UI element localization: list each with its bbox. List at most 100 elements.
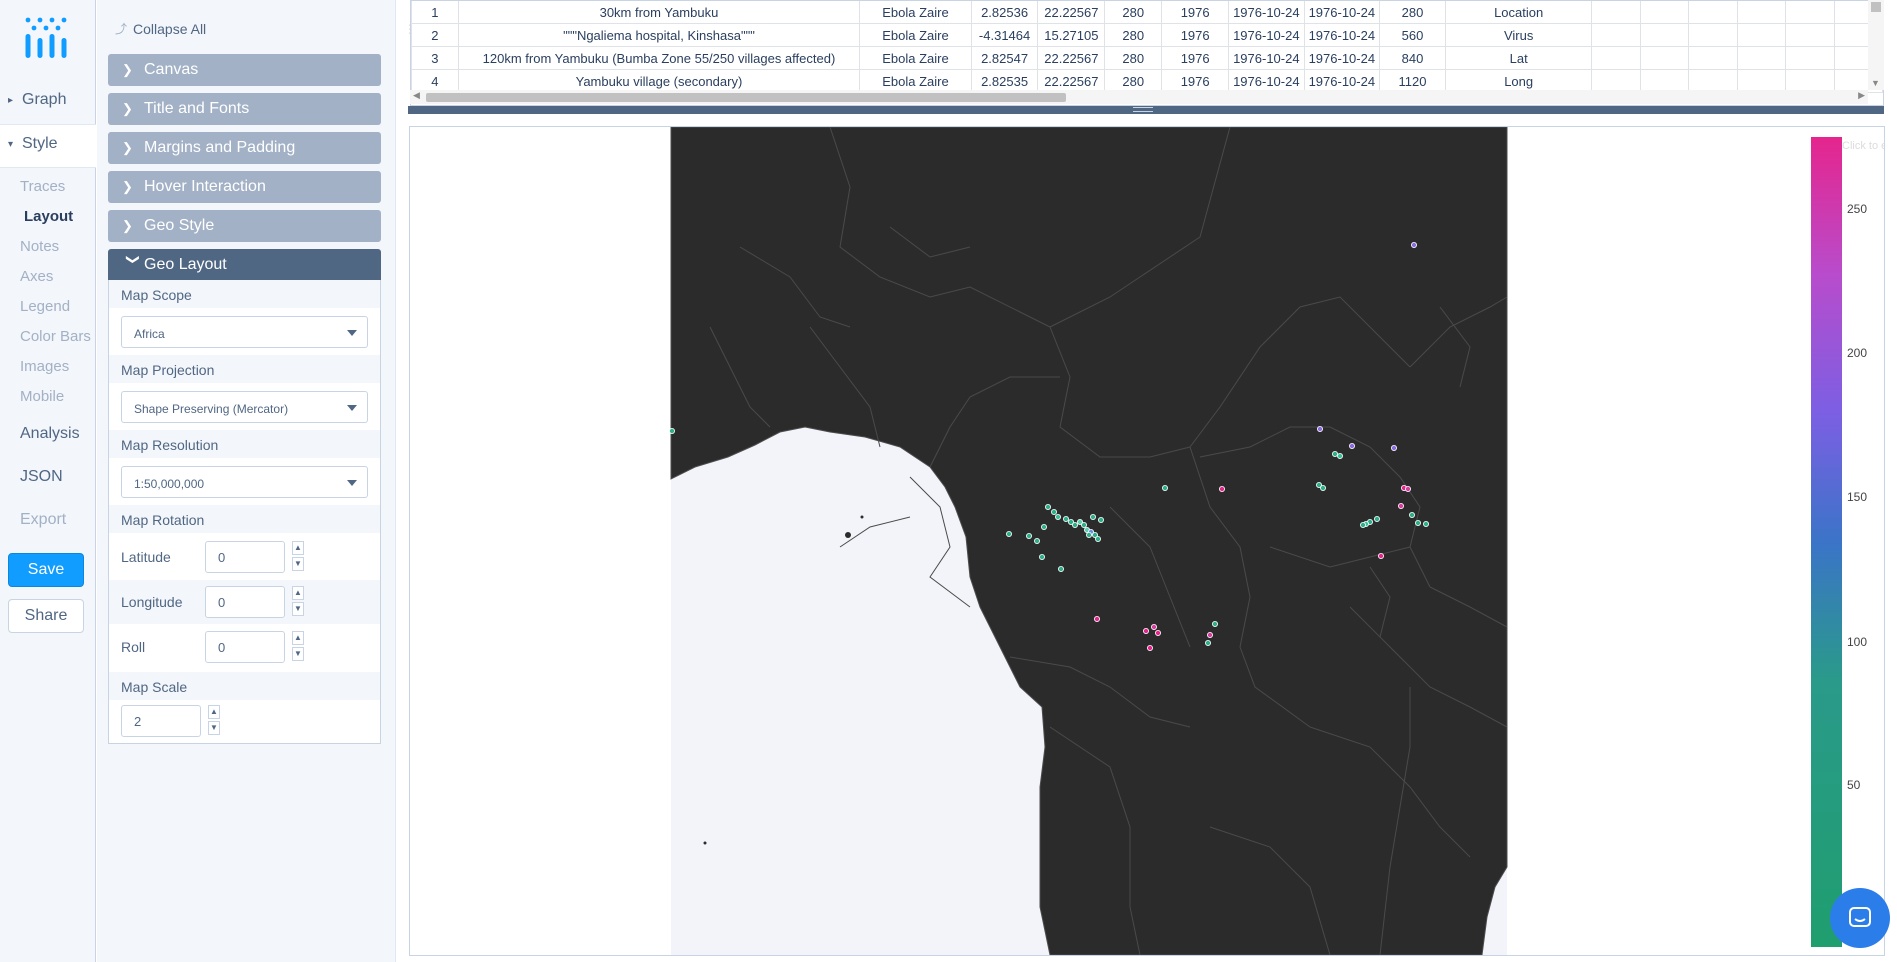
fold-canvas[interactable]: ❯ Canvas <box>108 54 381 86</box>
table-cell[interactable]: 1976-10-24 <box>1228 46 1305 70</box>
table-row[interactable]: 3 120km from Yambuku (Bumba Zone 55/250 v… <box>411 46 1883 70</box>
scatter-point[interactable] <box>1090 513 1097 520</box>
colorbar-title[interactable]: Click to enter <box>1842 140 1884 152</box>
scroll-right-icon[interactable]: ▶ <box>1858 90 1865 101</box>
scatter-point[interactable] <box>1411 242 1418 249</box>
scatter-point[interactable] <box>1151 623 1158 630</box>
table-cell[interactable]: Lat <box>1444 46 1593 70</box>
table-cell[interactable]: Ebola Zaire <box>859 23 972 47</box>
nav-item-color-bars[interactable]: Color Bars <box>20 328 91 345</box>
table-cell[interactable] <box>1688 23 1738 47</box>
plotly-logo[interactable] <box>22 16 70 60</box>
scatter-point[interactable] <box>1041 523 1048 530</box>
fold-margins-and-padding[interactable]: ❯ Margins and Padding <box>108 132 381 164</box>
table-cell[interactable]: 280 <box>1379 1 1446 24</box>
decrement-icon[interactable]: ▼ <box>292 557 304 571</box>
scatter-point[interactable] <box>1405 485 1412 492</box>
map-resolution-dropdown[interactable]: 1:50,000,000 <box>121 466 368 498</box>
table-row[interactable]: 1 30km from Yambuku Ebola Zaire 2.82536 22.2… <box>411 1 1883 24</box>
table-cell[interactable]: 30km from Yambuku <box>457 1 861 24</box>
table-cell[interactable]: Location <box>1444 1 1593 24</box>
table-cell[interactable] <box>1591 46 1641 70</box>
scatter-point[interactable] <box>1320 484 1327 491</box>
roll-input[interactable]: 0 <box>205 631 285 663</box>
fold-geo-layout[interactable]: ❯ Geo Layout <box>108 249 381 281</box>
table-cell[interactable]: Ebola Zaire <box>859 1 972 24</box>
table-cell[interactable]: 2.82547 <box>970 46 1039 70</box>
scatter-point[interactable] <box>1034 537 1041 544</box>
table-cell[interactable]: 15.27105 <box>1037 23 1106 47</box>
table-cell[interactable]: 1976-10-24 <box>1228 23 1305 47</box>
table-cell[interactable]: 22.22567 <box>1037 46 1106 70</box>
scatter-point[interactable] <box>1086 531 1093 538</box>
decrement-icon[interactable]: ▼ <box>292 647 304 661</box>
scatter-point[interactable] <box>1415 519 1422 526</box>
latitude-input[interactable]: 0 <box>205 541 285 573</box>
scatter-point[interactable] <box>1026 532 1033 539</box>
resize-grip-icon[interactable] <box>1133 107 1153 112</box>
scatter-point[interactable] <box>1045 503 1052 510</box>
map-projection-dropdown[interactable]: Shape Preserving (Mercator) <box>121 391 368 423</box>
table-cell[interactable]: 1976-10-24 <box>1303 23 1381 47</box>
table-cell[interactable]: 1976 <box>1161 1 1230 24</box>
scatter-point[interactable] <box>1337 452 1344 459</box>
scatter-point[interactable] <box>1098 516 1105 523</box>
nav-item-legend[interactable]: Legend <box>20 298 70 315</box>
table-cell[interactable] <box>1591 1 1641 24</box>
nav-analysis[interactable]: Analysis <box>20 425 80 443</box>
table-row[interactable]: 2 """Ngaliema hospital, Kinshasa""" Ebola … <box>411 23 1883 47</box>
table-cell[interactable]: """Ngaliema hospital, Kinshasa""" <box>457 23 861 47</box>
increment-icon[interactable]: ▲ <box>292 586 304 600</box>
table-cell[interactable]: -4.31464 <box>970 23 1039 47</box>
table-cell[interactable]: Ebola Zaire <box>859 46 972 70</box>
increment-icon[interactable]: ▲ <box>292 631 304 645</box>
colorbar[interactable] <box>1811 137 1842 947</box>
scatter-point[interactable] <box>1155 629 1162 636</box>
scatter-point[interactable] <box>1219 485 1226 492</box>
scatter-point[interactable] <box>1081 521 1088 528</box>
table-cell[interactable] <box>1736 23 1787 47</box>
table-cell[interactable]: 1976-10-24 <box>1303 46 1381 70</box>
table-cell[interactable] <box>1785 23 1835 47</box>
table-cell[interactable]: 560 <box>1379 23 1446 47</box>
table-cell[interactable] <box>1688 46 1738 70</box>
grid-vertical-scrollbar[interactable]: ▼ <box>1868 0 1884 90</box>
scatter-point[interactable] <box>1207 631 1214 638</box>
grid-vertical-scroll-thumb[interactable] <box>1871 2 1881 12</box>
table-cell[interactable]: 1976 <box>1161 23 1230 47</box>
fold-hover-interaction[interactable]: ❯ Hover Interaction <box>108 171 381 203</box>
scatter-point[interactable] <box>1398 502 1405 509</box>
scatter-point[interactable] <box>1143 627 1150 634</box>
fold-title-and-fonts[interactable]: ❯ Title and Fonts <box>108 93 381 125</box>
table-cell[interactable] <box>1639 1 1690 24</box>
nav-item-traces[interactable]: Traces <box>20 178 65 195</box>
save-button[interactable]: Save <box>8 553 84 587</box>
nav-style[interactable]: ▾ Style <box>8 135 58 153</box>
table-cell[interactable] <box>1639 23 1690 47</box>
table-cell[interactable]: 1976-10-24 <box>1303 1 1381 24</box>
table-cell[interactable]: 280 <box>1104 23 1163 47</box>
scatter-point[interactable] <box>1006 530 1013 537</box>
table-cell[interactable]: 2 <box>411 23 459 47</box>
grid-horizontal-scrollbar[interactable]: ◀ ▶ <box>410 90 1868 104</box>
scatter-point[interactable] <box>1147 645 1154 652</box>
scatter-point[interactable] <box>1095 535 1102 542</box>
scroll-left-icon[interactable]: ◀ <box>413 90 420 101</box>
scatter-point[interactable] <box>1212 620 1219 627</box>
chat-launcher-button[interactable] <box>1830 888 1890 948</box>
nav-item-images[interactable]: Images <box>20 358 69 375</box>
share-button[interactable]: Share <box>8 599 84 633</box>
scatter-point[interactable] <box>1063 515 1070 522</box>
collapse-all-button[interactable]: ⤴ Collapse All <box>115 20 206 37</box>
table-cell[interactable]: 280 <box>1104 46 1163 70</box>
scatter-point[interactable] <box>1332 450 1339 457</box>
increment-icon[interactable]: ▲ <box>292 541 304 555</box>
table-cell[interactable]: 1976 <box>1161 46 1230 70</box>
scatter-point[interactable] <box>1378 552 1385 559</box>
grid-horizontal-scroll-thumb[interactable] <box>426 93 1066 102</box>
table-cell[interactable] <box>1736 1 1787 24</box>
increment-icon[interactable]: ▲ <box>208 705 220 719</box>
nav-item-axes[interactable]: Axes <box>20 268 53 285</box>
table-cell[interactable]: 840 <box>1379 46 1446 70</box>
table-cell[interactable] <box>1591 23 1641 47</box>
